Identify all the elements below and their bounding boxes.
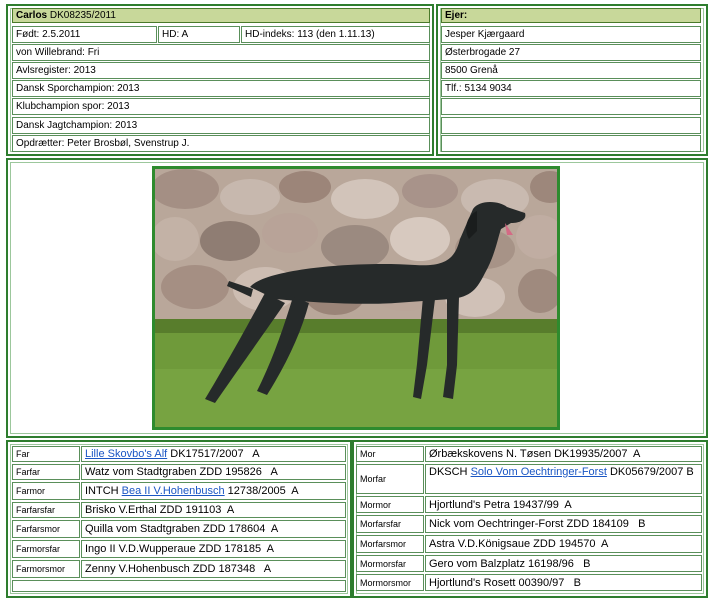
owner-empty-3 — [441, 135, 701, 152]
klub-cell: Klubchampion spor: 2013 — [12, 98, 430, 115]
pedigree-label-farmor: Farmor — [12, 482, 80, 500]
pedigree-value-mor: Ørbækskovens N. Tøsen DK19935/2007 A — [425, 446, 702, 462]
dog-photo — [152, 166, 560, 430]
pedigree-label-morfar: Morfar — [356, 464, 424, 494]
avl-cell: Avlsregister: 2013 — [12, 62, 430, 79]
pedigree-label-farfarsmor: Farfarsmor — [12, 520, 80, 538]
owner-empty-1 — [441, 98, 701, 115]
dog-reg: DK08235/2011 — [49, 10, 116, 21]
pedigree-label-morfarsmor: Morfarsmor — [356, 535, 424, 553]
born-cell: Født: 2.5.2011 — [12, 26, 157, 43]
pedigree-label-farmorsmor: Farmorsmor — [12, 560, 80, 578]
pedigree-label-mormorsfar: Mormorsfar — [356, 555, 424, 572]
pedigree-value-mormor: Hjortlund's Petra 19437/99 A — [425, 496, 702, 513]
owner-header: Ejer: — [441, 8, 701, 23]
pedigree-value-mormorsmor: Hjortlund's Rosett 00390/97 B — [425, 574, 702, 591]
pedigree-label-mormor: Mormor — [356, 496, 424, 513]
pedigree-value-farmorsfar: Ingo II V.D.Wupperaue ZDD 178185 A — [81, 540, 346, 558]
pedigree-label-far: Far — [12, 446, 80, 462]
owner-name: Jesper Kjærgaard — [441, 26, 701, 43]
pedigree-value-morfarsfar: Nick vom Oechtringer-Forst ZDD 184109 B — [425, 515, 702, 533]
farmor-link[interactable]: Bea II V.Hohenbusch — [122, 485, 225, 497]
owner-empty-2 — [441, 117, 701, 134]
morfar-link[interactable]: Solo Vom Oechtringer-Forst — [471, 466, 607, 478]
far-link[interactable]: Lille Skovbo's Alf — [85, 448, 167, 460]
pedigree-value-far: Lille Skovbo's Alf DK17517/2007 A — [81, 446, 346, 462]
owner-street: Østerbrogade 27 — [441, 44, 701, 61]
pedigree-value-farmor: INTCH Bea II V.Hohenbusch 12738/2005 A — [81, 482, 346, 500]
spor-cell: Dansk Sporchampion: 2013 — [12, 80, 430, 97]
jagt-cell: Dansk Jagtchampion: 2013 — [12, 117, 430, 134]
pedigree-left-empty — [12, 580, 346, 592]
pedigree-value-farfarsfar: Brisko V.Erthal ZDD 191103 A — [81, 502, 346, 518]
owner-phone: Tlf.: 5134 9034 — [441, 80, 701, 97]
hd-index-cell: HD-indeks: 113 (den 1.11.13) — [241, 26, 430, 43]
pedigree-label-farfar: Farfar — [12, 464, 80, 480]
pedigree-value-farmorsmor: Zenny V.Hohenbusch ZDD 187348 A — [81, 560, 346, 578]
pedigree-label-mor: Mor — [356, 446, 424, 462]
hd-cell: HD: A — [158, 26, 240, 43]
owner-city: 8500 Grenå — [441, 62, 701, 79]
pedigree-value-farfarsmor: Quilla vom Stadtgraben ZDD 178604 A — [81, 520, 346, 538]
pedigree-value-morfarsmor: Astra V.D.Königsaue ZDD 194570 A — [425, 535, 702, 553]
pedigree-value-morfar: DKSCH Solo Vom Oechtringer-Forst DK05679… — [425, 464, 702, 494]
pedigree-label-mormorsmor: Mormorsmor — [356, 574, 424, 591]
dog-name: Carlos — [16, 10, 48, 21]
breeder-cell: Opdrætter: Peter Brosbøl, Svenstrup J. — [12, 135, 430, 152]
pedigree-label-farfarsfar: Farfarsfar — [12, 502, 80, 518]
pedigree-label-farmorsfar: Farmorsfar — [12, 540, 80, 558]
dog-photo-image — [155, 169, 557, 427]
dog-name-header: Carlos DK08235/2011 — [12, 8, 430, 23]
pedigree-value-farfar: Watz vom Stadtgraben ZDD 195826 A — [81, 464, 346, 480]
pedigree-label-morfarsfar: Morfarsfar — [356, 515, 424, 533]
kennel-cell: von Willebrand: Fri — [12, 44, 430, 61]
pedigree-value-mormorsfar: Gero vom Balzplatz 16198/96 B — [425, 555, 702, 572]
